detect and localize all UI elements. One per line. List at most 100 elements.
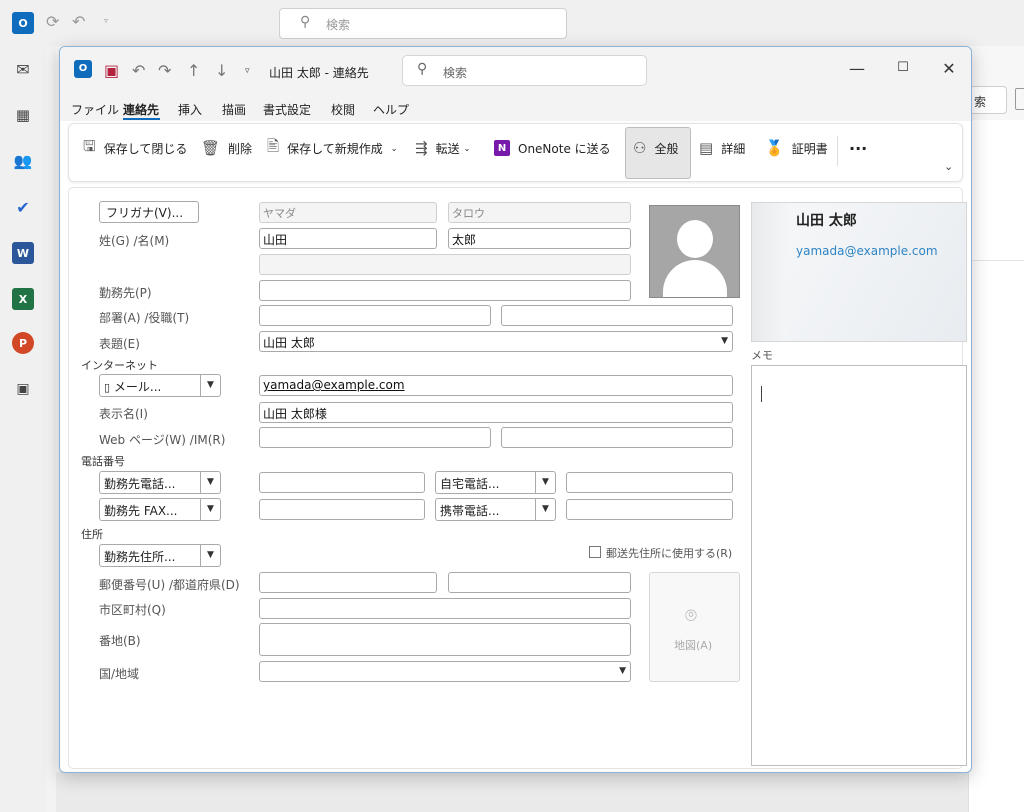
save-close-button[interactable]: 🖫 保存して閉じる (83, 137, 187, 159)
company-field[interactable] (259, 280, 631, 301)
prefecture-field[interactable] (448, 572, 631, 593)
maximize-button[interactable]: ☐ (888, 60, 918, 75)
menu-insert[interactable]: 挿入 (178, 101, 202, 118)
excel-icon[interactable]: X (12, 288, 34, 310)
general-button[interactable]: ⚇ 全般 (633, 137, 678, 159)
furigana-last-field[interactable]: ヤマダ (259, 202, 437, 223)
mailing-address-label: 郵送先住所に使用する(R) (606, 547, 733, 560)
quick-access-dropdown-icon[interactable]: ▿ (104, 16, 108, 25)
country-select[interactable]: ▼ (259, 661, 631, 682)
sync-icon[interactable]: ⟳ (46, 12, 59, 31)
first-name-field[interactable]: 太郎 (448, 228, 631, 249)
phone-icon[interactable] (1015, 88, 1024, 110)
window-search-box[interactable]: ⚲ 検索 (402, 55, 647, 86)
full-name-reading-field[interactable] (259, 254, 631, 275)
map-button[interactable]: ⌾ 地図(A) (649, 572, 740, 682)
menu-format[interactable]: 書式設定 (263, 101, 311, 118)
country-label: 国/地域 (99, 667, 140, 681)
mail-icon[interactable]: ✉ (12, 58, 34, 80)
save-icon[interactable]: ▣ (104, 61, 119, 80)
street-field[interactable] (259, 623, 631, 656)
people-pane (968, 120, 1024, 812)
department-label: 部署(A) /役職(T) (99, 311, 190, 325)
name-label: 姓(G) /名(M) (99, 234, 170, 248)
phone-section-label: 電話番号 (81, 455, 125, 468)
furigana-first-field[interactable]: タロウ (448, 202, 631, 223)
people-icon[interactable]: 👥 (12, 150, 34, 172)
memo-field[interactable] (751, 365, 967, 766)
job-title-field[interactable] (501, 305, 733, 326)
more-options-button[interactable]: ··· (849, 137, 867, 159)
previous-item-icon[interactable]: ↑ (187, 61, 200, 80)
card-name: 山田 太郎 (796, 213, 857, 229)
furigana-button[interactable]: フリガナ(V)... (99, 201, 199, 223)
display-name-field[interactable]: 山田 太郎様 (259, 402, 733, 423)
department-field[interactable] (259, 305, 491, 326)
dropdown-arrow-icon: ▼ (200, 545, 220, 566)
onenote-icon: N (494, 140, 510, 156)
phone3-field[interactable] (566, 472, 733, 493)
text-cursor (761, 386, 762, 402)
customize-toolbar-icon[interactable]: ▿ (245, 66, 250, 76)
im-address-field[interactable] (501, 427, 733, 448)
phone1-field[interactable] (259, 472, 425, 493)
forward-icon: ⇶ (415, 139, 428, 157)
minimize-button[interactable]: — (842, 59, 872, 78)
close-button[interactable]: ✕ (934, 59, 964, 78)
status-area (56, 772, 968, 812)
save-new-button[interactable]: 🖹 保存して新規作成 ⌄ (267, 137, 397, 159)
postal-code-field[interactable] (259, 572, 437, 593)
city-field[interactable] (259, 598, 631, 619)
ribbon-separator (837, 136, 838, 166)
app-rail: O ✉ ▦ 👥 ✔ W X P ▣ (0, 0, 46, 812)
apps-icon[interactable]: ▣ (12, 378, 34, 400)
expand-ribbon-icon[interactable]: ⌄ (944, 160, 953, 173)
undo-icon[interactable]: ↶ (72, 12, 85, 31)
ribbon: 🖫 保存して閉じる 🗑 削除 🖹 保存して新規作成 ⌄ ⇶ 転送 ⌄ N OneNote に送… (68, 123, 963, 182)
menu-bar: ファイル 連絡先 挿入 描画 書式設定 校閲 ヘルプ (60, 95, 971, 121)
redo-icon[interactable]: ↷ (158, 61, 171, 80)
powerpoint-icon[interactable]: P (12, 332, 34, 354)
main-search-box[interactable]: ⚲ 検索 (279, 8, 567, 39)
menu-file[interactable]: ファイル (71, 101, 119, 118)
details-button[interactable]: ▤ 詳細 (699, 137, 745, 159)
phone4-type-dropdown[interactable]: 携帯電話... ▼ (435, 498, 556, 521)
phone1-type-dropdown[interactable]: 勤務先電話... ▼ (99, 471, 221, 494)
calendar-icon[interactable]: ▦ (12, 104, 34, 126)
next-item-icon[interactable]: ↓ (215, 61, 228, 80)
menu-draw[interactable]: 描画 (222, 101, 246, 118)
word-icon[interactable]: W (12, 242, 34, 264)
phone2-field[interactable] (259, 499, 425, 520)
contact-photo[interactable] (649, 205, 740, 298)
certificate-button[interactable]: 🏅 証明書 (765, 137, 828, 159)
delete-button[interactable]: 🗑 削除 (201, 137, 252, 159)
company-label: 勤務先(P) (99, 286, 152, 300)
dropdown-arrow-icon: ▼ (721, 336, 728, 346)
title-bar: O ▣ ↶ ↷ ↑ ↓ ▿ 山田 太郎 - 連絡先 ⚲ 検索 — ☐ ✕ (60, 47, 971, 95)
business-card[interactable]: 山田 太郎 yamada@example.com (751, 202, 967, 342)
menu-contact[interactable]: 連絡先 (123, 101, 159, 118)
phone2-type-dropdown[interactable]: 勤務先 FAX... ▼ (99, 498, 221, 521)
person-silhouette-head (677, 220, 713, 258)
undo-icon[interactable]: ↶ (132, 61, 145, 80)
email-field[interactable]: yamada@example.com (259, 375, 733, 396)
forward-button[interactable]: ⇶ 転送 ⌄ (415, 137, 470, 159)
trash-icon: 🗑 (201, 139, 221, 157)
window-title: 山田 太郎 - 連絡先 (269, 66, 369, 80)
email-type-dropdown[interactable]: ▯ メール... ▼ (99, 374, 221, 397)
web-page-field[interactable] (259, 427, 491, 448)
mailing-address-checkbox[interactable] (589, 546, 601, 558)
menu-help[interactable]: ヘルプ (373, 101, 409, 118)
outlook-icon[interactable]: O (12, 12, 34, 34)
phone3-type-dropdown[interactable]: 自宅電話... ▼ (435, 471, 556, 494)
todo-icon[interactable]: ✔ (12, 196, 34, 218)
file-as-select[interactable]: 山田 太郎 ▼ (259, 331, 733, 352)
internet-section-label: インターネット (81, 359, 158, 372)
person-silhouette-body (663, 260, 727, 297)
outlook-icon: O (74, 60, 92, 78)
menu-review[interactable]: 校閲 (331, 101, 355, 118)
onenote-button[interactable]: N OneNote に送る (494, 137, 611, 159)
address-type-dropdown[interactable]: 勤務先住所... ▼ (99, 544, 221, 567)
phone4-field[interactable] (566, 499, 733, 520)
last-name-field[interactable]: 山田 (259, 228, 437, 249)
